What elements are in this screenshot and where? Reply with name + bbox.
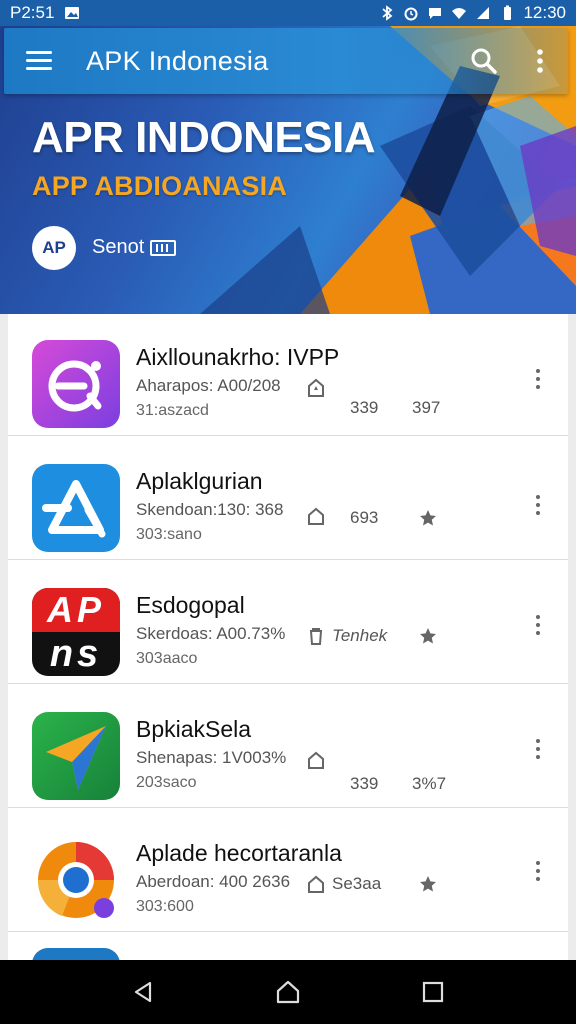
app-icon-partial xyxy=(32,948,120,960)
app-icon-aps: AP ns xyxy=(32,588,120,676)
grid-badge-icon xyxy=(150,239,177,256)
app-icon-store xyxy=(32,464,120,552)
app-icon-navigation xyxy=(32,712,120,800)
home-icon xyxy=(308,507,324,525)
app-list-item[interactable] xyxy=(8,934,568,960)
app-name: Aplade hecortaranla xyxy=(136,840,342,866)
app-stat: 693 xyxy=(350,508,379,527)
search-icon xyxy=(471,48,497,74)
hero-logo[interactable]: AP xyxy=(32,226,76,270)
alarm-icon xyxy=(404,7,418,21)
app-icon-aps-top: AP xyxy=(32,588,120,632)
app-bar-title: APK Indonesia xyxy=(86,45,269,76)
app-icon-chat xyxy=(32,340,120,428)
app-name: Esdogopal xyxy=(136,592,245,618)
app-list-item[interactable]: BpkiakSela Shenapas: 1V003% 203saco 339 … xyxy=(8,686,568,808)
app-list-item[interactable]: AP ns Esdogopal Skerdoas: A00.73% 303aac… xyxy=(8,562,568,684)
app-size: 203saco xyxy=(136,774,197,791)
hero-title: APR INDONESIA xyxy=(32,113,376,162)
battery-icon xyxy=(504,5,512,20)
home-button[interactable] xyxy=(264,968,312,1016)
status-bar: P2:51 12:30 xyxy=(0,0,576,26)
more-vertical-icon xyxy=(537,49,543,73)
app-name: Aixllounakrho: IVPP xyxy=(136,344,340,370)
hero-subtitle: APP ABDIOANASIA xyxy=(32,171,288,201)
app-bar: APK Indonesia xyxy=(4,28,568,94)
trash-icon xyxy=(310,628,322,645)
clock: 12:30 xyxy=(523,3,566,22)
more-options-button[interactable] xyxy=(526,732,550,766)
status-left-text: P2:51 xyxy=(10,3,55,22)
star-icon xyxy=(420,628,436,644)
menu-button[interactable] xyxy=(4,28,74,94)
more-options-button[interactable] xyxy=(526,362,550,396)
app-stat: 339 xyxy=(350,774,379,793)
app-list: Aixllounakrho: IVPP Aharapos: A00/208 31… xyxy=(8,314,568,960)
back-triangle-icon xyxy=(134,981,151,1003)
signal-icon xyxy=(477,7,490,19)
app-name: Aplaklgurian xyxy=(136,468,263,494)
more-options-button[interactable] xyxy=(526,488,550,522)
app-icon-browser xyxy=(32,836,120,924)
app-name: BpkiakSela xyxy=(136,716,252,742)
app-size: 31:aszacd xyxy=(136,402,209,419)
app-meta: Skerdoas: A00.73% xyxy=(136,624,286,643)
app-list-item[interactable]: Aixllounakrho: IVPP Aharapos: A00/208 31… xyxy=(8,314,568,436)
hamburger-icon xyxy=(26,51,52,71)
back-button[interactable] xyxy=(119,968,167,1016)
app-stat: 3%7 xyxy=(412,774,447,793)
search-button[interactable] xyxy=(456,28,512,94)
star-icon xyxy=(420,510,436,526)
app-stat: 397 xyxy=(412,398,441,417)
award-icon xyxy=(308,378,324,397)
app-meta: Skendoan:130: 368 xyxy=(136,500,284,519)
image-notification-icon xyxy=(65,7,80,19)
recents-button[interactable] xyxy=(409,968,457,1016)
app-meta: Aharapos: A00/208 xyxy=(136,376,281,395)
hero-user[interactable]: Senot xyxy=(92,236,177,259)
hero-user-label: Senot xyxy=(92,236,145,258)
home-icon xyxy=(308,751,324,769)
message-icon xyxy=(429,8,442,19)
home-icon xyxy=(308,875,324,893)
more-options-button[interactable] xyxy=(526,854,550,888)
app-list-item[interactable]: Aplaklgurian Skendoan:130: 368 303:sano … xyxy=(8,438,568,560)
app-icon-aps-bottom: ns xyxy=(49,632,103,675)
app-stat: 339 xyxy=(350,398,379,417)
app-size: 303:sano xyxy=(136,526,202,543)
app-meta: Shenapas: 1V003% xyxy=(136,748,287,767)
app-stat: Se3aa xyxy=(332,874,382,893)
wifi-icon xyxy=(452,8,467,19)
star-icon xyxy=(420,876,436,892)
app-list-item[interactable]: Aplade hecortaranla Aberdoan: 400 2636 3… xyxy=(8,810,568,932)
home-nav-icon xyxy=(276,980,300,1004)
bluetooth-icon xyxy=(382,5,393,21)
app-size: 303:600 xyxy=(136,898,194,915)
app-stat: Tenhek xyxy=(332,626,388,645)
navigation-bar xyxy=(0,960,576,1024)
app-meta: Aberdoan: 400 2636 xyxy=(136,872,291,891)
overflow-menu-button[interactable] xyxy=(512,28,568,94)
recents-square-icon xyxy=(423,981,444,1003)
more-options-button[interactable] xyxy=(526,608,550,642)
app-size: 303aaco xyxy=(136,650,198,667)
